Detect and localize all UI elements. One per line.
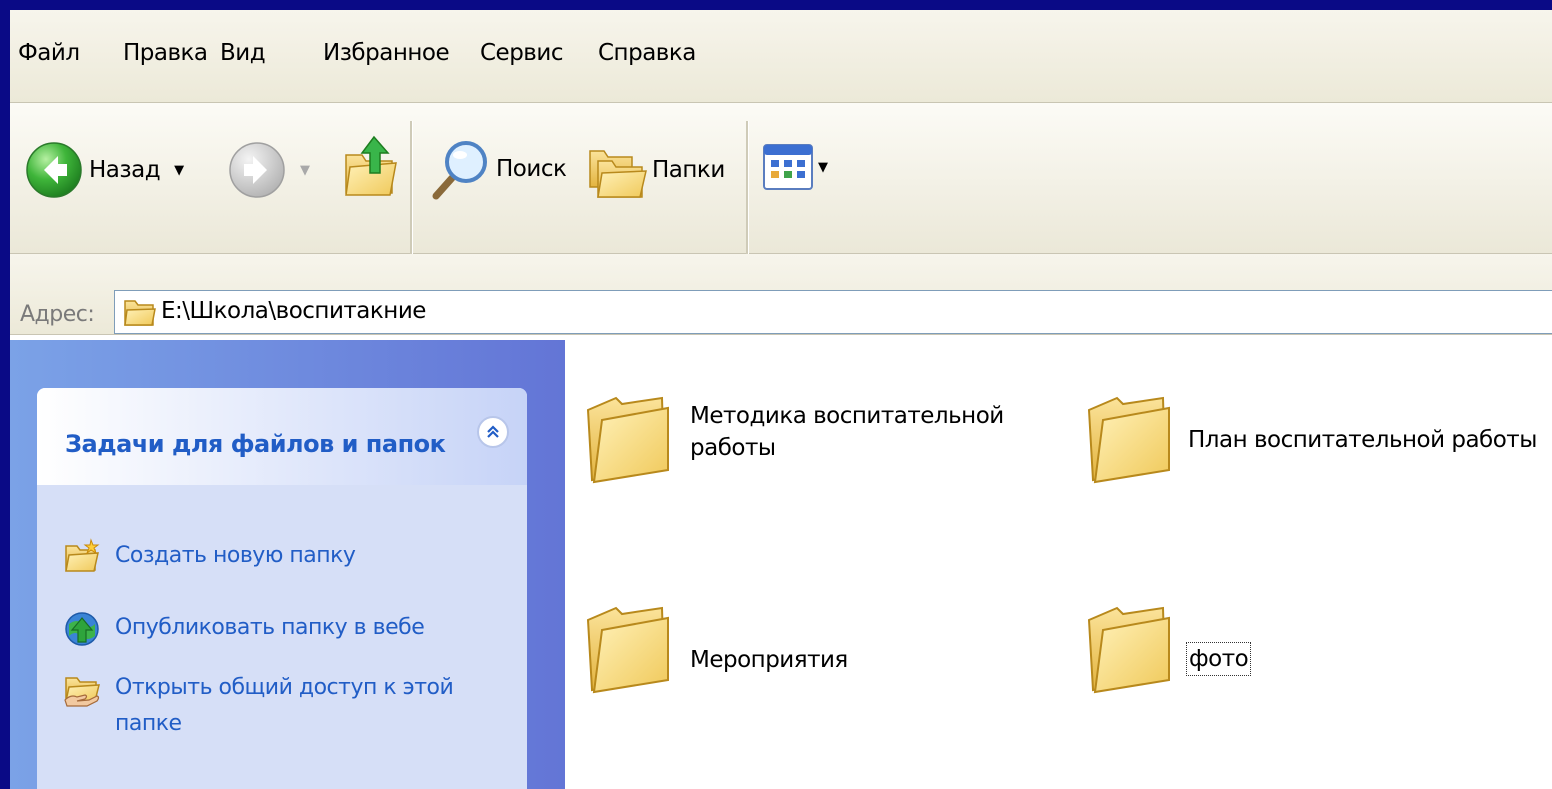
back-button[interactable]: Назад ▼	[25, 141, 184, 199]
tasks-panel-header[interactable]: Задачи для файлов и папок	[37, 388, 527, 485]
folder-item[interactable]: Методика воспитательной работы	[582, 392, 1004, 488]
address-path: E:\Школа\воспитакние	[161, 298, 426, 324]
back-dropdown-icon[interactable]: ▼	[174, 163, 184, 178]
address-label: Адрес:	[20, 302, 95, 327]
up-folder-icon	[345, 135, 397, 196]
folder-content: Методика воспитательной работы План восп…	[565, 340, 1552, 789]
menu-favorites[interactable]: Избранное	[323, 40, 450, 66]
folder-item[interactable]: План воспитательной работы	[1083, 392, 1537, 488]
search-button[interactable]: Поиск	[430, 138, 567, 200]
menu-help[interactable]: Справка	[598, 40, 696, 66]
folders-label: Папки	[652, 157, 725, 183]
menu-bar: Файл Правка Вид Избранное Сервис Справка	[10, 10, 1552, 103]
views-dropdown-icon[interactable]: ▼	[818, 160, 828, 175]
new-folder-icon	[65, 538, 100, 572]
task-new-folder-label: Создать новую папку	[115, 543, 356, 568]
folders-button[interactable]: Папки	[586, 141, 725, 199]
task-sidebar: Задачи для файлов и папок Создать новую …	[10, 340, 565, 789]
task-publish-web-label: Опубликовать папку в вебе	[115, 615, 425, 640]
task-new-folder[interactable]: Создать новую папку	[63, 538, 356, 574]
folder-item[interactable]: фото	[1083, 602, 1252, 698]
screen: { "menu": { "items": ["Файл", "Правка", …	[0, 0, 1552, 789]
folder-icon	[586, 396, 669, 484]
back-arrow-icon	[26, 142, 82, 198]
folder-icon	[586, 606, 669, 694]
back-label: Назад	[89, 157, 161, 183]
folder-name: План воспитательной работы	[1188, 427, 1537, 453]
forward-button[interactable]: ▼	[228, 141, 310, 199]
folder-name: Мероприятия	[690, 647, 848, 673]
explorer-window: Файл Правка Вид Избранное Сервис Справка…	[10, 10, 1552, 789]
forward-arrow-icon	[229, 142, 285, 198]
forward-dropdown-icon[interactable]: ▼	[300, 163, 310, 178]
toolbar-separator	[410, 121, 413, 255]
share-folder-icon	[64, 677, 100, 707]
tasks-panel-title: Задачи для файлов и папок	[65, 430, 446, 458]
views-button[interactable]: ▼	[762, 143, 828, 191]
collapse-button[interactable]	[477, 416, 509, 448]
folder-name: фото	[1186, 642, 1252, 676]
views-icon	[763, 144, 813, 190]
search-label: Поиск	[496, 156, 567, 182]
menu-edit[interactable]: Правка	[123, 40, 208, 66]
address-input[interactable]: E:\Школа\воспитакние	[114, 290, 1552, 334]
chevron-up-icon	[487, 425, 499, 438]
up-folder-button[interactable]	[342, 133, 398, 199]
folders-icon	[589, 150, 647, 198]
address-bar: Адрес: E:\Школа\воспитакние	[10, 254, 1552, 335]
menu-tools[interactable]: Сервис	[480, 40, 563, 66]
search-icon	[432, 141, 487, 200]
publish-web-icon	[65, 612, 99, 646]
folder-name: Методика воспитательной работы	[690, 403, 1004, 461]
menu-view[interactable]: Вид	[220, 40, 266, 66]
task-publish-web[interactable]: Опубликовать папку в вебе	[63, 610, 425, 648]
menu-file[interactable]: Файл	[18, 40, 80, 66]
folder-item[interactable]: Мероприятия	[582, 602, 848, 698]
folder-icon	[1087, 396, 1170, 484]
folder-icon	[1087, 606, 1170, 694]
toolbar: Назад ▼ ▼ Поиск Папки ▼	[10, 103, 1552, 255]
task-share-folder-label: Открыть общий доступ к этой папке	[115, 675, 454, 736]
folder-icon	[124, 300, 156, 326]
file-folder-tasks-panel: Задачи для файлов и папок Создать новую …	[37, 388, 527, 789]
task-share-folder[interactable]: Открыть общий доступ к этой папке	[63, 670, 515, 742]
toolbar-separator	[746, 121, 749, 255]
